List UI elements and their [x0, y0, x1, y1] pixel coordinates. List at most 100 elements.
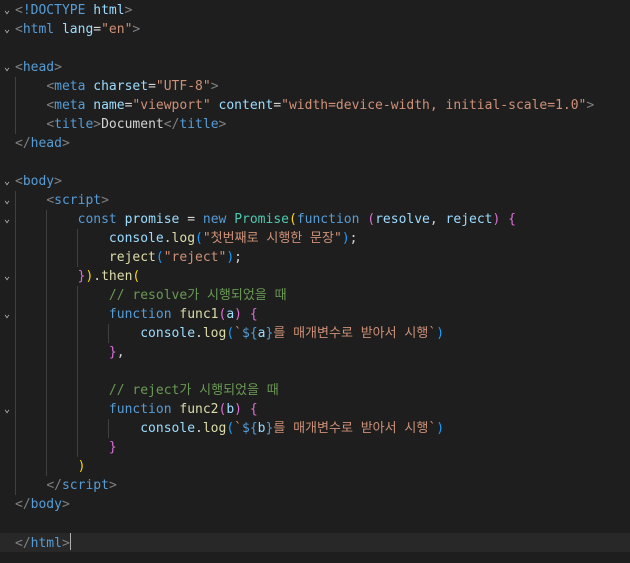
code-editor[interactable]: ⌄ <!DOCTYPE html> ⌄ <html lang="en"> ⌄ <head>…: [0, 0, 630, 563]
code-token: html: [22, 22, 62, 37]
code-token: (: [226, 421, 235, 436]
fold-chevron-icon[interactable]: ⌄: [2, 1, 12, 20]
code-token: 를 매개변수로 받아서 시행`: [273, 326, 437, 341]
code-line[interactable]: ⌄ const promise = new Promise(function (…: [0, 210, 630, 229]
code-line[interactable]: ⌄ <script>: [0, 191, 630, 210]
code-line[interactable]: </body>: [0, 495, 630, 514]
code-line[interactable]: <title>Document</title>: [0, 115, 630, 134]
code-token: script: [61, 478, 109, 493]
code-line[interactable]: [0, 362, 630, 381]
code-token: {: [249, 307, 258, 322]
code-text: },: [15, 343, 125, 362]
code-line[interactable]: ⌄ function func2(b) {: [0, 400, 630, 419]
code-token: then: [101, 269, 133, 284]
code-line[interactable]: ⌄ <!DOCTYPE html>: [0, 1, 630, 20]
code-line[interactable]: ): [0, 457, 630, 476]
code-token: 를 매개변수로 받아서 시행`: [273, 421, 437, 436]
code-line[interactable]: </html>: [0, 533, 630, 552]
code-token: console: [108, 231, 164, 246]
code-token: log: [202, 421, 227, 436]
code-token: meta: [54, 98, 94, 113]
code-token: (: [367, 212, 376, 227]
code-token: // resolve가 시행되었을 때: [108, 288, 287, 303]
code-token: <: [15, 22, 23, 37]
code-token: log: [202, 326, 227, 341]
code-token: "UTF-8": [155, 79, 211, 94]
code-token: (: [195, 231, 203, 246]
code-line[interactable]: ⌄ function func1(a) {: [0, 305, 630, 324]
fold-chevron-icon[interactable]: ⌄: [2, 20, 12, 39]
code-token: // reject가 시행되었을 때: [108, 383, 279, 398]
code-text: console.log(`${b}를 매개변수로 받아서 시행`): [15, 419, 444, 438]
code-token: ;: [234, 250, 242, 265]
code-token: >: [218, 117, 227, 132]
code-token: ): [341, 231, 350, 246]
fold-chevron-icon[interactable]: ⌄: [2, 305, 12, 324]
code-token: "en": [101, 22, 133, 37]
code-token: <: [15, 174, 23, 189]
code-line[interactable]: console.log(`${a}를 매개변수로 받아서 시행`): [0, 324, 630, 343]
code-text: console.log(`${a}를 매개변수로 받아서 시행`): [15, 324, 444, 343]
code-token: "첫번째로 시행한 문장": [202, 231, 342, 246]
fold-chevron-icon[interactable]: ⌄: [2, 210, 12, 229]
code-line[interactable]: [0, 514, 630, 533]
code-token: reject: [445, 212, 493, 227]
code-token: "viewport": [132, 98, 219, 113]
code-token: console: [140, 326, 196, 341]
code-line[interactable]: ⌄ <html lang="en">: [0, 20, 630, 39]
code-line[interactable]: },: [0, 343, 630, 362]
code-token: >: [61, 136, 70, 151]
code-line[interactable]: console.log(`${b}를 매개변수로 받아서 시행`): [0, 419, 630, 438]
code-token: body: [30, 497, 62, 512]
code-token: <: [46, 98, 55, 113]
code-token: <: [15, 60, 23, 75]
code-text: </script>: [15, 476, 116, 495]
code-text: </head>: [15, 134, 70, 153]
code-line[interactable]: ⌄ <body>: [0, 172, 630, 191]
code-line[interactable]: ⌄ }).then(: [0, 267, 630, 286]
code-text: <!DOCTYPE html>: [15, 1, 132, 20]
code-text: <meta charset="UTF-8">: [15, 77, 218, 96]
code-token: title: [179, 117, 219, 132]
fold-chevron-icon[interactable]: ⌄: [2, 191, 12, 210]
code-line[interactable]: <meta charset="UTF-8">: [0, 77, 630, 96]
code-token: <: [46, 117, 55, 132]
fold-chevron-icon[interactable]: ⌄: [2, 267, 12, 286]
fold-chevron-icon[interactable]: ⌄: [2, 400, 12, 419]
code-token: (: [226, 326, 235, 341]
code-token: >: [54, 174, 62, 189]
code-line[interactable]: // reject가 시행되었을 때: [0, 381, 630, 400]
code-line[interactable]: <meta name="viewport" content="width=dev…: [0, 96, 630, 115]
code-text: }).then(: [15, 267, 141, 286]
code-token: {: [249, 402, 258, 417]
code-token: "reject": [163, 250, 227, 265]
code-text: <head>: [15, 58, 62, 77]
code-line[interactable]: // resolve가 시행되었을 때: [0, 286, 630, 305]
code-line[interactable]: ⌄ <head>: [0, 58, 630, 77]
code-token: <: [46, 79, 55, 94]
text-cursor: [69, 533, 71, 550]
code-line[interactable]: </head>: [0, 134, 630, 153]
code-line[interactable]: [0, 39, 630, 58]
code-line[interactable]: [0, 153, 630, 172]
code-line[interactable]: }: [0, 438, 630, 457]
code-token: "width=device-width, initial-scale=1.0": [281, 98, 587, 113]
code-line[interactable]: reject("reject");: [0, 248, 630, 267]
code-line[interactable]: </script>: [0, 476, 630, 495]
code-token: b: [226, 402, 235, 417]
fold-chevron-icon[interactable]: ⌄: [2, 172, 12, 191]
code-line[interactable]: console.log("첫번째로 시행한 문장");: [0, 229, 630, 248]
code-text: // resolve가 시행되었을 때: [15, 286, 287, 305]
fold-chevron-icon[interactable]: ⌄: [2, 58, 12, 77]
code-token: {: [508, 212, 516, 227]
